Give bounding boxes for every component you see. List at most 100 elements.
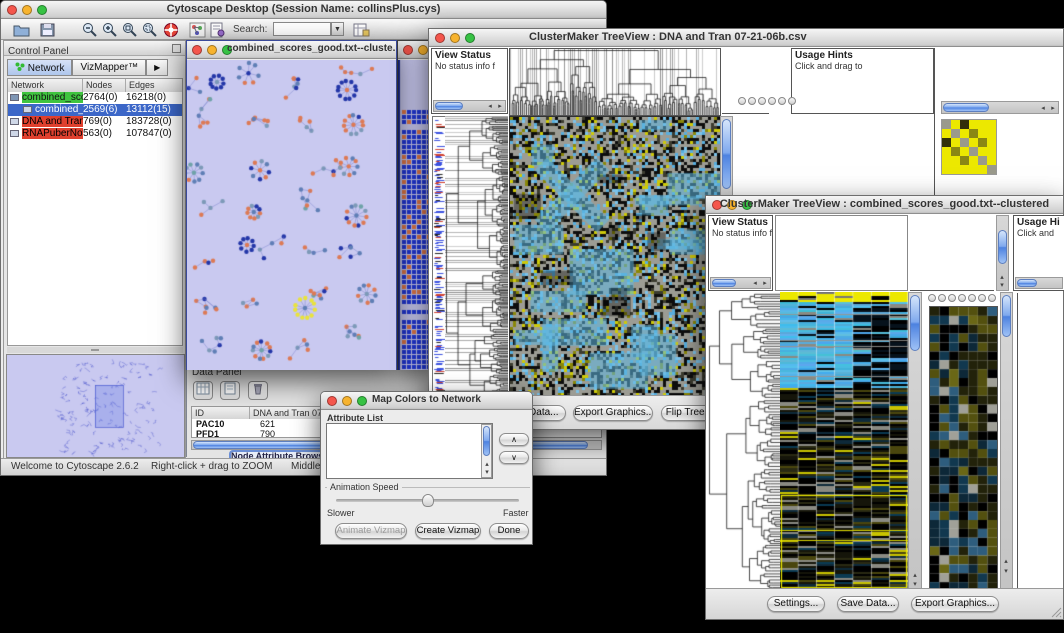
tv1-mini-toolbar[interactable] <box>738 97 796 105</box>
minimize-icon[interactable] <box>207 45 217 55</box>
tv1-row-dendrogram[interactable] <box>445 116 508 397</box>
tv2-zoom-heatmap[interactable] <box>929 306 998 592</box>
tv1-summary-heatmap[interactable] <box>941 119 997 175</box>
settings-button[interactable]: Settings... <box>767 596 825 612</box>
network-row[interactable]: RNAPuberNov2+ 563(0) 107847(0) <box>8 128 182 140</box>
open-file-icon[interactable] <box>13 22 30 38</box>
mini-select-icon[interactable] <box>768 97 776 105</box>
mini-zoom-icon[interactable] <box>738 97 746 105</box>
search-input[interactable] <box>273 22 331 36</box>
summary-cell[interactable] <box>978 147 987 156</box>
summary-cell[interactable] <box>987 165 996 174</box>
attribute-list[interactable] <box>326 423 493 479</box>
animation-speed-slider[interactable] <box>336 499 519 502</box>
summary-cell[interactable] <box>969 138 978 147</box>
tab-network[interactable]: Network <box>7 59 72 76</box>
close-icon[interactable] <box>435 33 445 43</box>
create-vizmap-button[interactable]: Create Vizmap <box>415 523 481 539</box>
tab-overflow-button[interactable]: ▶ <box>146 59 168 76</box>
summary-cell[interactable] <box>951 120 960 129</box>
summary-cell[interactable] <box>960 156 969 165</box>
summary-cell[interactable] <box>987 147 996 156</box>
tv1-column-dendrogram[interactable] <box>509 48 721 116</box>
export-graphics-button[interactable]: Export Graphics... <box>911 596 999 612</box>
tv2-column-labels[interactable] <box>910 215 994 291</box>
summary-cell[interactable] <box>942 120 951 129</box>
attribute-editor-icon[interactable] <box>353 22 370 38</box>
tv2-status-hscrollbar[interactable]: ◂▸ <box>710 277 771 289</box>
summary-cell[interactable] <box>969 156 978 165</box>
mini-zoom-icon[interactable] <box>748 97 756 105</box>
summary-cell[interactable] <box>969 165 978 174</box>
summary-cell[interactable] <box>978 165 987 174</box>
col-header-network[interactable]: Network <box>8 79 83 92</box>
summary-cell[interactable] <box>987 156 996 165</box>
summary-cell[interactable] <box>969 129 978 138</box>
panel-splitter[interactable] <box>7 347 183 353</box>
close-icon[interactable] <box>192 45 202 55</box>
birdseye-canvas[interactable] <box>7 355 184 457</box>
resize-grip-icon[interactable] <box>1050 606 1062 618</box>
mini-zoom-icon[interactable] <box>928 294 936 302</box>
tv1-summary-hscrollbar[interactable]: ◂▸ <box>941 101 1059 114</box>
summary-cell[interactable] <box>978 138 987 147</box>
mini-fit-icon[interactable] <box>778 97 786 105</box>
summary-cell[interactable] <box>978 129 987 138</box>
zoom-in-icon[interactable] <box>101 22 118 38</box>
summary-cell[interactable] <box>987 129 996 138</box>
dense-network-canvas[interactable] <box>398 60 432 370</box>
summary-cell[interactable] <box>942 156 951 165</box>
tv2-genelist-vscrollbar[interactable]: ▴▾ <box>1000 292 1013 590</box>
export-graphics-button[interactable]: Export Graphics... <box>573 405 653 421</box>
summary-cell[interactable] <box>969 120 978 129</box>
main-titlebar[interactable]: Cytoscape Desktop (Session Name: collins… <box>1 1 606 19</box>
col-header-nodes[interactable]: Nodes <box>83 79 126 92</box>
help-icon[interactable] <box>163 22 180 38</box>
mini-pan-icon[interactable] <box>948 294 956 302</box>
tab-vizmapper[interactable]: VizMapper™ <box>72 59 146 76</box>
annotation-icon[interactable] <box>209 22 226 38</box>
zoom-selected-icon[interactable] <box>141 22 158 38</box>
minimize-icon[interactable] <box>418 45 428 55</box>
tv2-heatmap-vscrollbar[interactable]: ▴▾ <box>908 292 922 590</box>
network-row[interactable]: combined_sco 2569(6) 13112(15) <box>8 104 182 116</box>
minimize-icon[interactable] <box>450 33 460 43</box>
summary-cell[interactable] <box>987 120 996 129</box>
summary-cell[interactable] <box>951 138 960 147</box>
select-attributes-icon[interactable] <box>193 381 213 400</box>
summary-cell[interactable] <box>987 138 996 147</box>
network-overview-icon[interactable] <box>189 22 206 38</box>
summary-cell[interactable] <box>951 165 960 174</box>
network-row[interactable]: combined_scores 2764(0) 16218(0) <box>8 92 182 104</box>
col-header-edges[interactable]: Edges <box>126 79 182 92</box>
close-icon[interactable] <box>403 45 413 55</box>
summary-cell[interactable] <box>951 147 960 156</box>
summary-cell[interactable] <box>969 147 978 156</box>
attr-col-id[interactable]: ID <box>192 407 250 419</box>
zoom-fit-icon[interactable] <box>121 22 138 38</box>
summary-cell[interactable] <box>960 147 969 156</box>
tv1-summary-gene-labels[interactable] <box>1003 118 1043 176</box>
network-row[interactable]: DNA and Tran 07 769(0) 183728(0) <box>8 116 182 128</box>
mini-save-icon[interactable] <box>788 97 796 105</box>
mini-select-icon[interactable] <box>958 294 966 302</box>
zoom-out-icon[interactable] <box>81 22 98 38</box>
summary-cell[interactable] <box>942 147 951 156</box>
birdseye-view[interactable] <box>6 354 185 458</box>
summary-cell[interactable] <box>942 138 951 147</box>
save-session-icon[interactable] <box>39 22 56 38</box>
slider-thumb[interactable] <box>422 494 434 507</box>
mini-zoom-icon[interactable] <box>938 294 946 302</box>
save-data-button[interactable]: Save Data... <box>837 596 899 612</box>
tv2-gene-labels[interactable] <box>1017 293 1063 590</box>
summary-cell[interactable] <box>978 156 987 165</box>
mini-pan-icon[interactable] <box>758 97 766 105</box>
float-panel-icon[interactable] <box>172 44 181 53</box>
tv2-collabel-vscrollbar[interactable]: ▴▾ <box>996 215 1009 291</box>
tv1-status-hscrollbar[interactable]: ◂▸ <box>433 100 506 112</box>
move-down-button[interactable]: ∨ <box>499 451 529 464</box>
summary-cell[interactable] <box>960 165 969 174</box>
summary-cell[interactable] <box>942 129 951 138</box>
attribute-list-scrollbar[interactable]: ▴▾ <box>481 424 492 478</box>
tv1-heatmap[interactable] <box>509 116 721 399</box>
